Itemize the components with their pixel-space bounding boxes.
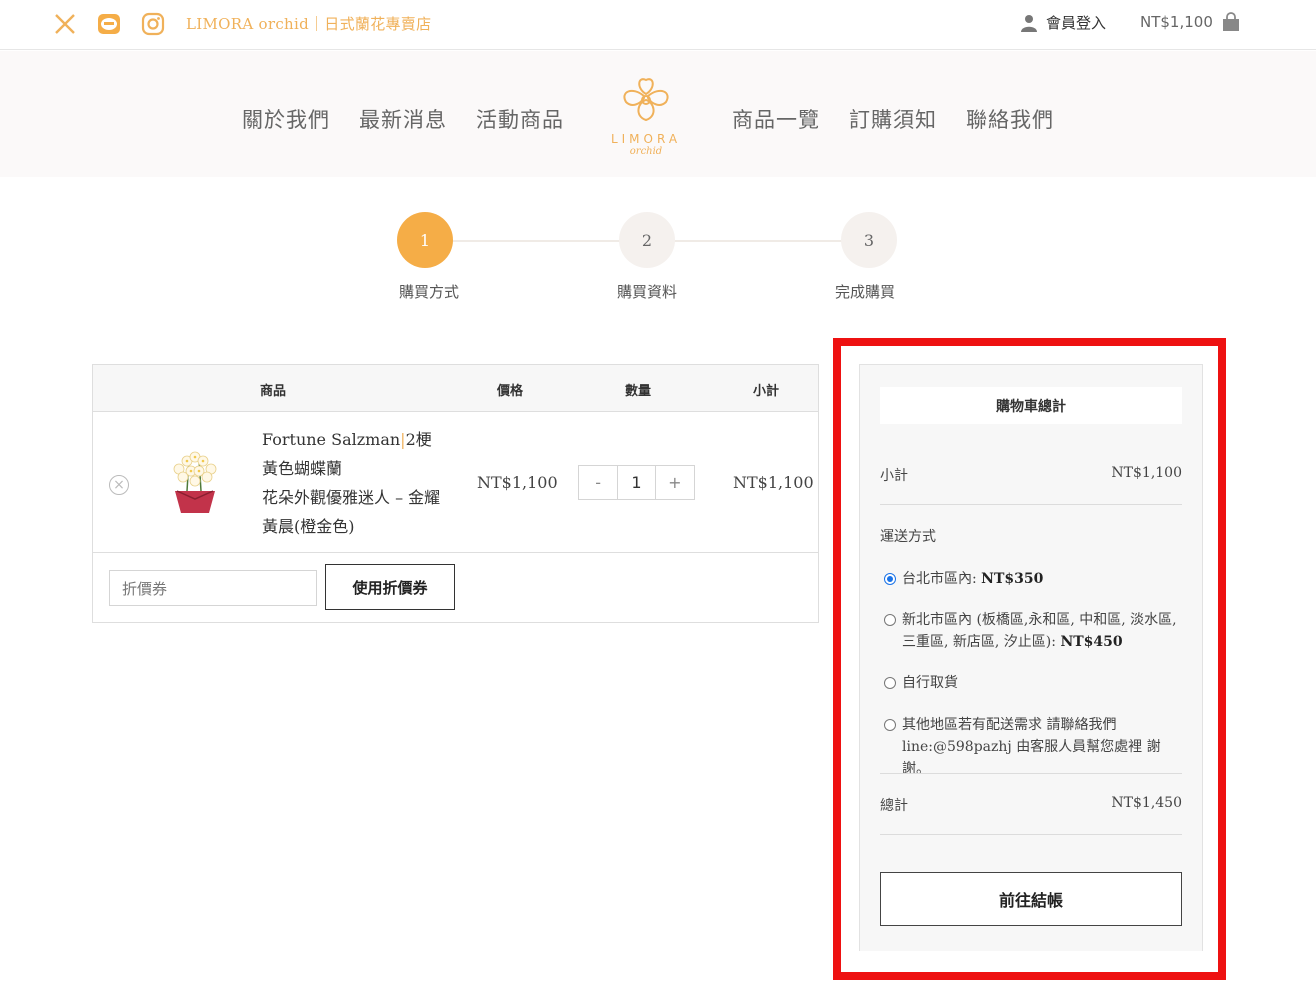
step-1-label: 購買方式 xyxy=(398,283,459,301)
user-icon xyxy=(1021,14,1037,32)
header-price: 價格 xyxy=(497,384,524,399)
shipping-radio-pickup[interactable] xyxy=(884,677,896,689)
total-row: 總計 NT$1,450 xyxy=(880,795,1182,815)
logo-wordmark: LIMORA xyxy=(610,132,682,146)
nav-news[interactable]: 最新消息 xyxy=(359,104,447,134)
divider xyxy=(880,834,1182,835)
shipping-option-text: 新北市區內 (板橋區,永和區, 中和區, 淡水區, 三重區, 新店區, 汐止區)… xyxy=(902,612,1177,650)
quantity-input[interactable]: 1 xyxy=(617,466,656,499)
divider xyxy=(880,504,1182,505)
shipping-radio-taipei[interactable] xyxy=(884,573,896,585)
nav-products[interactable]: 商品一覽 xyxy=(732,104,820,134)
subtotal-value: NT$1,100 xyxy=(1111,465,1182,481)
instagram-icon[interactable] xyxy=(140,11,166,37)
top-bar: LIMORA orchid｜日式蘭花專賣店 會員登入 NT$1,100 xyxy=(0,0,1316,50)
logo-subtitle: orchid xyxy=(629,146,663,157)
step-2-label: 購買資料 xyxy=(616,283,677,301)
product-name-line1: Fortune Salzman xyxy=(262,430,401,449)
shipping-radio-other[interactable] xyxy=(884,719,896,731)
shipping-option-text: 其他地區若有配送需求 請聯絡我們 line:@598pazhj 由客服人員幫您處… xyxy=(902,717,1161,777)
site-logo[interactable]: LIMORA orchid xyxy=(598,74,694,164)
nav-promotions[interactable]: 活動商品 xyxy=(476,104,564,134)
shipping-radio-new-taipei[interactable] xyxy=(884,614,896,626)
shipping-option-other[interactable]: 其他地區若有配送需求 請聯絡我們 line:@598pazhj 由客服人員幫您處… xyxy=(884,714,1182,780)
product-name-line2: 黃色蝴蝶蘭 xyxy=(262,459,343,478)
shipping-option-taipei[interactable]: 台北市區內: NT$350 xyxy=(884,568,1182,590)
product-name[interactable]: Fortune Salzman|2梗 黃色蝴蝶蘭 花朵外觀優雅迷人 – 金耀 黃… xyxy=(262,425,457,541)
mini-cart[interactable]: NT$1,100 xyxy=(1140,12,1241,32)
product-thumbnail[interactable] xyxy=(165,447,225,519)
step-3-circle: 3 xyxy=(841,212,897,268)
step-1-circle: 1 xyxy=(397,212,453,268)
nav-about[interactable]: 關於我們 xyxy=(242,104,330,134)
shipping-option-price: NT$350 xyxy=(981,571,1044,587)
coupon-input[interactable]: 折價券 xyxy=(109,570,317,606)
shipping-option-text: 台北市區內: xyxy=(902,571,982,587)
cart-table-header: 商品 價格 數量 小計 xyxy=(93,365,818,412)
shopping-bag-icon xyxy=(1222,12,1239,31)
cart-totals-title: 購物車總計 xyxy=(880,387,1182,424)
item-subtotal: NT$1,100 xyxy=(733,473,814,492)
shipping-option-price: NT$450 xyxy=(1060,634,1123,650)
header-subtotal: 小計 xyxy=(753,384,780,399)
quantity-increase-button[interactable]: + xyxy=(656,466,694,499)
nav-contact[interactable]: 聯絡我們 xyxy=(966,104,1054,134)
remove-item-button[interactable]: × xyxy=(109,475,129,495)
quantity-decrease-button[interactable]: - xyxy=(579,466,617,499)
product-name-line4: 黃晨(橙金色) xyxy=(262,517,355,536)
divider xyxy=(880,773,1182,774)
shipping-label: 運送方式 xyxy=(880,529,936,545)
mini-cart-total: NT$1,100 xyxy=(1140,13,1213,31)
apply-coupon-button[interactable]: 使用折價券 xyxy=(325,564,455,610)
header-quantity: 數量 xyxy=(625,384,652,399)
product-name-stems: 2梗 xyxy=(405,430,432,449)
shipping-option-text: 自行取貨 xyxy=(902,675,958,691)
product-name-line3: 花朵外觀優雅迷人 – 金耀 xyxy=(262,488,441,507)
x-icon[interactable] xyxy=(52,11,78,37)
row-divider xyxy=(93,552,818,553)
cart-table: 商品 價格 數量 小計 × Fortune Salzman|2梗 黃色蝴蝶蘭 花… xyxy=(92,364,819,623)
shipping-option-new-taipei[interactable]: 新北市區內 (板橋區,永和區, 中和區, 淡水區, 三重區, 新店區, 汐止區)… xyxy=(884,609,1182,653)
shipping-option-pickup[interactable]: 自行取貨 xyxy=(884,672,1182,694)
line-icon[interactable] xyxy=(96,11,122,37)
orchid-logo-icon xyxy=(623,78,669,122)
step-2-circle: 2 xyxy=(619,212,675,268)
proceed-to-checkout-button[interactable]: 前往結帳 xyxy=(880,872,1182,926)
header-product: 商品 xyxy=(260,384,287,399)
cart-totals-panel: 購物車總計 小計 NT$1,100 運送方式 台北市區內: NT$350 新北市… xyxy=(859,364,1203,951)
nav-order-info[interactable]: 訂購須知 xyxy=(849,104,937,134)
member-login-label: 會員登入 xyxy=(1046,14,1107,32)
total-label: 總計 xyxy=(880,798,908,814)
brand-tagline: LIMORA orchid｜日式蘭花專賣店 xyxy=(186,15,432,33)
quantity-stepper: - 1 + xyxy=(578,465,695,500)
step-3-label: 完成購買 xyxy=(834,283,895,301)
subtotal-row: 小計 NT$1,100 xyxy=(880,465,1182,485)
total-value: NT$1,450 xyxy=(1111,795,1182,811)
item-price: NT$1,100 xyxy=(477,473,558,492)
member-login-link[interactable]: 會員登入 xyxy=(1020,12,1106,33)
subtotal-label: 小計 xyxy=(880,468,908,484)
